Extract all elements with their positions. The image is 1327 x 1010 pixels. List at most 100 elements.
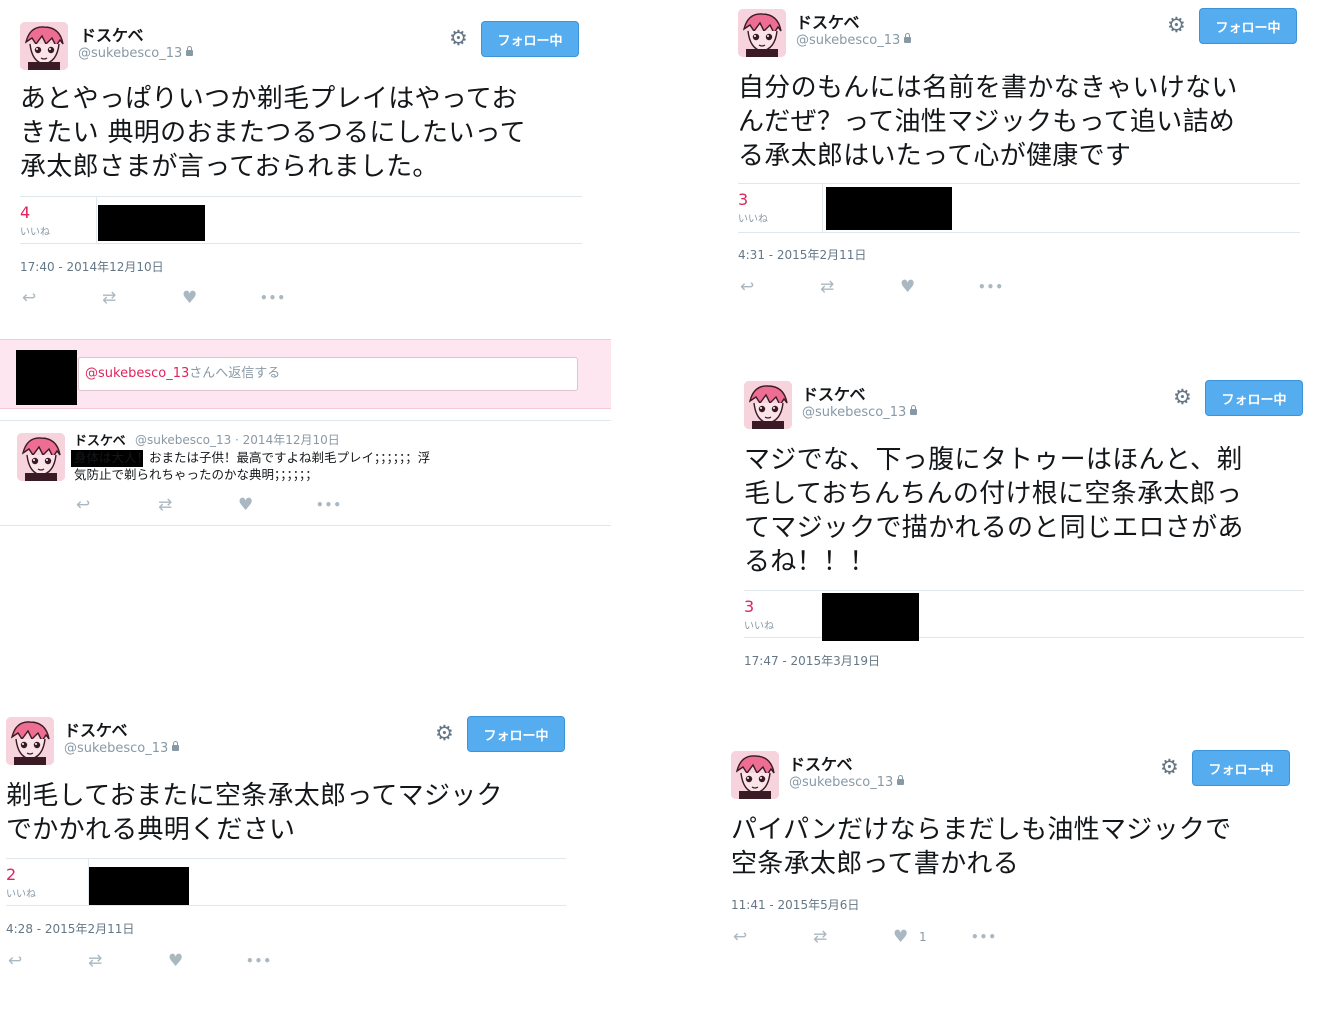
- tweet-header: ドスケベ @sukebesco_13 ⚙ フォロー中: [6, 716, 566, 771]
- reply-icon[interactable]: ↩: [76, 495, 90, 515]
- tweet-actions: ↩ ⇄ ♥ •••: [76, 495, 376, 515]
- reply-box: @sukebesco_13さんへ返信する: [0, 339, 611, 409]
- gear-icon[interactable]: ⚙: [1160, 757, 1179, 778]
- heart-icon[interactable]: ♥: [238, 495, 253, 515]
- reply-icon[interactable]: ↩: [740, 277, 754, 297]
- likes-label: いいね: [744, 621, 774, 632]
- timestamp[interactable]: 4:31 - 2015年2月11日: [738, 246, 866, 263]
- follow-button[interactable]: フォロー中: [481, 21, 579, 57]
- display-name[interactable]: ドスケベ: [80, 22, 144, 46]
- display-name[interactable]: ドスケベ: [74, 430, 126, 449]
- like-count[interactable]: 2: [6, 865, 16, 884]
- tweet-text: マジでな、下っ腹にタトゥーはほんと、剃 毛しておちんちんの付け根に空条承太郎っ …: [744, 445, 1244, 577]
- display-name[interactable]: ドスケベ: [789, 751, 853, 775]
- heart-icon[interactable]: ♥: [168, 951, 183, 971]
- lock-icon: [897, 775, 905, 785]
- tweet-text: 自分のもんには名前を書かなきゃいけない んだぜ？って油性マジックもって追い詰め …: [738, 73, 1238, 171]
- reply-icon[interactable]: ↩: [22, 288, 36, 308]
- tweet-text: 剃毛しておまたに空条承太郎ってマジック でかかれる典明ください: [6, 781, 503, 845]
- tweet-header: ドスケベ @sukebesco_13 ⚙ フォロー中: [738, 8, 1300, 63]
- tweet-3: ドスケベ @sukebesco_13 ⚙ フォロー中 マジでな、下っ腹にタトゥー…: [744, 380, 1304, 671]
- gear-icon[interactable]: ⚙: [435, 723, 454, 744]
- redacted-avatars: [826, 187, 952, 230]
- handle[interactable]: @sukebesco_13: [78, 46, 194, 61]
- handle[interactable]: @sukebesco_13: [64, 741, 180, 756]
- lock-icon: [186, 46, 194, 56]
- redacted-avatars: [822, 593, 919, 641]
- redacted-avatars: [89, 867, 189, 905]
- tweet-stats: 3 いいね: [744, 590, 1304, 641]
- follow-button[interactable]: フォロー中: [1192, 750, 1290, 786]
- like-count[interactable]: 3: [744, 597, 754, 616]
- reply-icon[interactable]: ↩: [733, 927, 747, 947]
- display-name[interactable]: ドスケベ: [64, 717, 128, 741]
- reply-tweet: ドスケベ @sukebesco_13 · 2014年12月10日 身体は大人！お…: [0, 420, 611, 526]
- avatar[interactable]: [744, 381, 792, 429]
- timestamp[interactable]: 17:40 - 2014年12月10日: [20, 258, 164, 275]
- tweet-1: ドスケベ @sukebesco_13 ⚙ フォロー中 あとやっぱりいつか剃毛プレ…: [20, 21, 582, 322]
- retweet-icon[interactable]: ⇄: [102, 288, 116, 308]
- timestamp[interactable]: 4:28 - 2015年2月11日: [6, 920, 134, 937]
- follow-button[interactable]: フォロー中: [467, 716, 565, 752]
- heart-icon[interactable]: ♥: [900, 277, 915, 297]
- avatar[interactable]: [738, 9, 786, 57]
- tweet-2: ドスケベ @sukebesco_13 ⚙ フォロー中 自分のもんには名前を書かな…: [738, 8, 1300, 309]
- more-icon[interactable]: •••: [260, 288, 286, 308]
- likes-label: いいね: [20, 227, 50, 238]
- tweet-5: ドスケベ @sukebesco_13 ⚙ フォロー中 パイパンだけならまだしも油…: [731, 750, 1291, 1001]
- tweet-header: ドスケベ @sukebesco_13 ⚙ フォロー中: [20, 21, 582, 76]
- retweet-icon[interactable]: ⇄: [813, 927, 827, 947]
- likes-label: いいね: [6, 889, 36, 900]
- follow-button[interactable]: フォロー中: [1199, 8, 1297, 44]
- more-icon[interactable]: •••: [978, 277, 1004, 297]
- tweet-stats: 2 いいね: [6, 858, 566, 906]
- tweet-header: ドスケベ @sukebesco_13 ⚙ フォロー中: [731, 750, 1291, 805]
- reply-text: 身体は大人！おまたは子供！最高ですよね剃毛プレイ；；；；；；浮 気防止で剃られち…: [74, 450, 431, 482]
- heart-icon[interactable]: ♥: [182, 288, 197, 308]
- lock-icon: [172, 741, 180, 751]
- tweet-actions: ↩ ⇄ ♥ •••: [20, 288, 320, 308]
- tweet-stats: 4 いいね: [20, 196, 582, 244]
- reply-icon[interactable]: ↩: [8, 951, 22, 971]
- gear-icon[interactable]: ⚙: [449, 28, 468, 49]
- tweet-actions: ↩ ⇄ ♥ 1 •••: [731, 927, 1031, 947]
- heart-icon[interactable]: ♥: [893, 927, 908, 947]
- tweet-header: ドスケベ @sukebesco_13 ⚙ フォロー中: [744, 380, 1304, 435]
- timestamp[interactable]: 17:47 - 2015年3月19日: [744, 652, 880, 669]
- tweet-4: ドスケベ @sukebesco_13 ⚙ フォロー中 剃毛しておまたに空条承太郎…: [6, 716, 566, 997]
- handle[interactable]: @sukebesco_13: [796, 33, 912, 48]
- avatar[interactable]: [20, 22, 68, 70]
- timestamp[interactable]: 11:41 - 2015年5月6日: [731, 896, 859, 913]
- tweet-text: あとやっぱりいつか剃毛プレイはやってお きたい 典明のおまたつるつるにしたいって…: [20, 84, 526, 182]
- stats-divider: [822, 184, 823, 232]
- reply-meta[interactable]: @sukebesco_13 · 2014年12月10日: [135, 431, 340, 448]
- avatar[interactable]: [6, 717, 54, 765]
- tweet-stats: 3 いいね: [738, 183, 1300, 233]
- reply-input[interactable]: @sukebesco_13さんへ返信する: [78, 357, 578, 391]
- gear-icon[interactable]: ⚙: [1173, 387, 1192, 408]
- like-count[interactable]: 3: [738, 190, 748, 209]
- avatar[interactable]: [17, 433, 65, 481]
- likes-label: いいね: [738, 214, 768, 225]
- handle[interactable]: @sukebesco_13: [802, 405, 918, 420]
- tweet-text: パイパンだけならまだしも油性マジックで 空条承太郎って書かれる: [731, 815, 1232, 879]
- more-icon[interactable]: •••: [971, 927, 997, 947]
- retweet-icon[interactable]: ⇄: [158, 495, 172, 515]
- tweet-actions: ↩ ⇄ ♥ •••: [6, 951, 306, 971]
- retweet-icon[interactable]: ⇄: [88, 951, 102, 971]
- display-name[interactable]: ドスケベ: [796, 9, 860, 33]
- avatar[interactable]: [731, 751, 779, 799]
- like-count[interactable]: 4: [20, 203, 30, 222]
- like-count: 1: [919, 930, 927, 944]
- gear-icon[interactable]: ⚙: [1167, 15, 1186, 36]
- redacted-own-avatar: [16, 350, 77, 405]
- follow-button[interactable]: フォロー中: [1205, 380, 1303, 416]
- retweet-icon[interactable]: ⇄: [820, 277, 834, 297]
- more-icon[interactable]: •••: [246, 951, 272, 971]
- more-icon[interactable]: •••: [316, 495, 342, 515]
- lock-icon: [910, 405, 918, 415]
- handle[interactable]: @sukebesco_13: [789, 775, 905, 790]
- stats-divider: [96, 197, 97, 243]
- tweet-actions: ↩ ⇄ ♥ •••: [738, 277, 1038, 297]
- display-name[interactable]: ドスケベ: [802, 381, 866, 405]
